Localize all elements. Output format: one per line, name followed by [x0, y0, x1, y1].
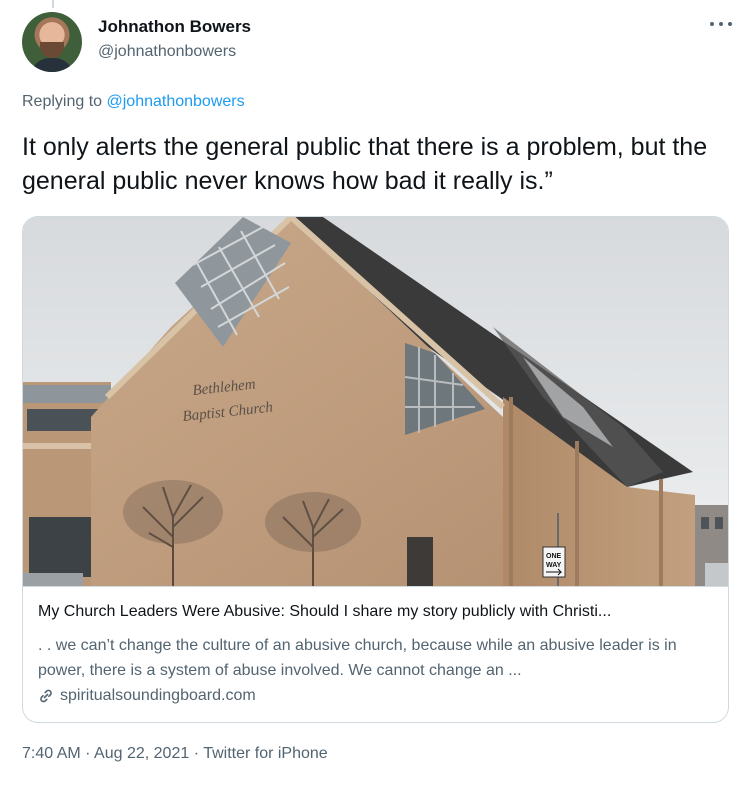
replying-to: Replying to @johnathonbowers: [22, 93, 245, 111]
author-avatar[interactable]: [22, 12, 82, 72]
replying-to-label: Replying to: [22, 93, 103, 110]
image-road-sign-line2: WAY: [546, 562, 562, 569]
meta-separator: ·: [193, 745, 200, 762]
card-image[interactable]: Bethlehem Baptist Church ONE WAY: [23, 217, 728, 586]
thread-connector-line: [52, 0, 54, 8]
card-domain[interactable]: spiritualsoundingboard.com: [38, 687, 256, 705]
more-options-icon[interactable]: [710, 14, 732, 34]
link-icon: [40, 689, 52, 703]
link-preview-card[interactable]: Bethlehem Baptist Church ONE WAY My Chur…: [22, 216, 729, 723]
image-road-sign-line1: ONE: [546, 553, 562, 560]
card-body[interactable]: My Church Leaders Were Abusive: Should I…: [23, 586, 728, 722]
tweet-text: It only alerts the general public that t…: [22, 133, 708, 195]
card-domain-text[interactable]: spiritualsoundingboard.com: [60, 687, 256, 705]
tweet-header: Johnathon Bowers @johnathonbowers: [22, 12, 732, 72]
replying-to-mention-link[interactable]: @johnathonbowers: [107, 93, 245, 110]
meta-separator: ·: [85, 745, 91, 762]
author-name[interactable]: Johnathon Bowers: [98, 17, 251, 37]
tweet-source[interactable]: Twitter for iPhone: [203, 745, 328, 762]
card-description: . . we can’t change the culture of an ab…: [38, 637, 677, 679]
tweet-date[interactable]: Aug 22, 2021: [94, 745, 189, 762]
author-handle[interactable]: @johnathonbowers: [98, 43, 236, 61]
tweet-metadata: 7:40 AM · Aug 22, 2021 · Twitter for iPh…: [22, 745, 328, 763]
card-title[interactable]: My Church Leaders Were Abusive: Should I…: [38, 603, 713, 621]
tweet-time[interactable]: 7:40 AM: [22, 745, 81, 762]
